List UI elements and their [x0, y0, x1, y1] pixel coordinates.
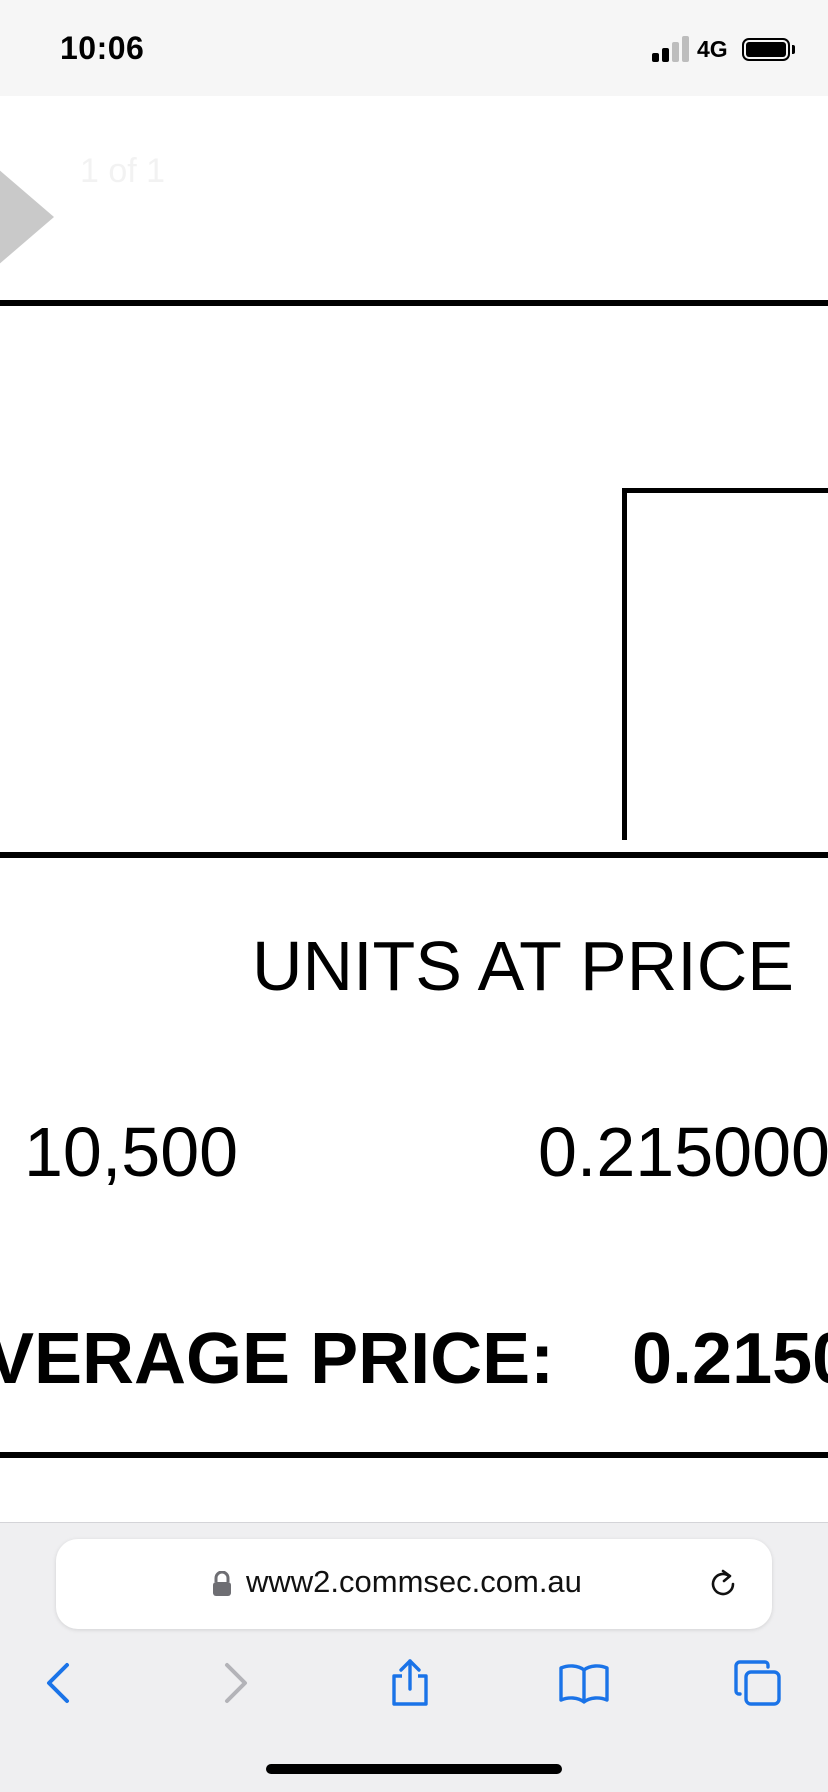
document-viewport[interactable]: 1 of 1 UNITS AT PRICE 10,500 0.215000 VE…	[0, 96, 828, 1522]
table-border	[622, 488, 828, 493]
page-next-arrow-icon[interactable]	[0, 162, 54, 272]
average-price-value: 0.2150	[632, 1319, 828, 1399]
bookmarks-icon	[559, 1664, 609, 1704]
battery-cap	[792, 45, 795, 54]
battery-icon	[742, 38, 790, 61]
unit-price: 0.215000	[538, 1113, 828, 1191]
units-quantity: 10,500	[24, 1113, 239, 1191]
bookmarks-button[interactable]	[554, 1653, 614, 1713]
home-indicator[interactable]	[266, 1764, 562, 1774]
share-button[interactable]	[380, 1653, 440, 1713]
status-time: 10:06	[60, 30, 145, 66]
cellular-signal-icon	[652, 36, 690, 62]
tabs-icon	[734, 1660, 781, 1706]
reload-icon[interactable]	[706, 1567, 740, 1601]
forward-icon	[225, 1663, 247, 1703]
tabs-button[interactable]	[728, 1653, 788, 1713]
divider-line	[0, 852, 828, 858]
table-border	[622, 488, 627, 840]
status-bar: 10:06 4G	[0, 0, 828, 96]
back-icon	[47, 1663, 69, 1703]
share-icon	[392, 1659, 428, 1706]
browser-toolbar: www2.commsec.com.au	[0, 1522, 828, 1792]
back-button[interactable]	[28, 1653, 88, 1713]
divider-line	[0, 1452, 828, 1458]
forward-button[interactable]	[206, 1653, 266, 1713]
divider-line	[0, 300, 828, 306]
address-bar[interactable]: www2.commsec.com.au	[56, 1539, 772, 1629]
page-counter: 1 of 1	[80, 152, 166, 190]
average-price-label: VERAGE PRICE:	[0, 1319, 555, 1399]
url-text[interactable]: www2.commsec.com.au	[246, 1564, 582, 1600]
units-at-price-heading: UNITS AT PRICE	[252, 927, 794, 1005]
lock-icon	[213, 1571, 231, 1596]
network-type: 4G	[697, 36, 728, 62]
